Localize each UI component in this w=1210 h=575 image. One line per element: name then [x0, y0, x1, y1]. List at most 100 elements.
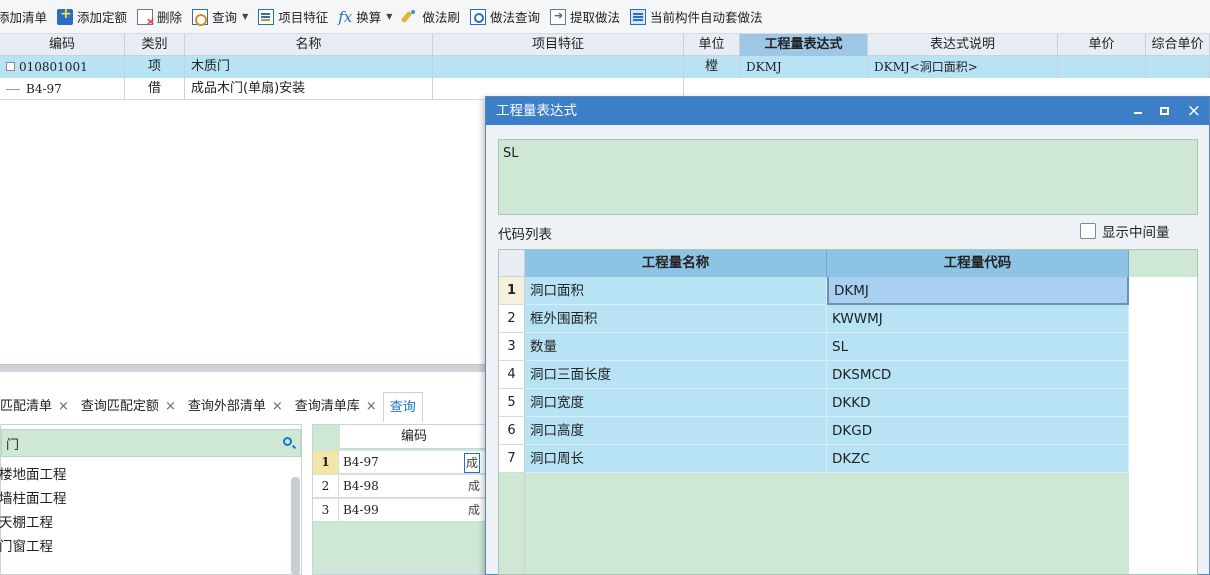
row-number: 1 — [499, 277, 525, 305]
convert-button[interactable]: fx 换算 ▼ — [333, 4, 397, 30]
add-list-button[interactable]: 添加清单 — [0, 4, 52, 30]
quantity-name-cell[interactable]: 洞口高度 — [525, 417, 827, 445]
auto-apply-button[interactable]: 当前构件自动套做法 — [625, 4, 768, 30]
extract-method-label: 提取做法 — [569, 10, 620, 25]
row-expr[interactable]: DKMJ — [740, 56, 868, 78]
table-row[interactable]: 1 洞口面积 DKMJ — [499, 277, 1197, 305]
row-name[interactable]: 木质门 — [185, 56, 433, 78]
show-intermediate-checkbox[interactable]: 显示中间量 — [1080, 221, 1170, 241]
quantity-name-cell[interactable]: 数量 — [525, 333, 827, 361]
quantity-code-cell[interactable]: DKKD — [827, 389, 1129, 417]
row-name[interactable]: 成品木门(单扇)安装 — [185, 78, 433, 100]
row-number: 4 — [499, 361, 525, 389]
toolbar: 添加清单 添加定额 删除 查询 ▼ 项目特征 fx 换算 ▼ 做法刷 做法查询 … — [0, 0, 1210, 34]
row-feature[interactable] — [433, 56, 684, 78]
extract-method-button[interactable]: 提取做法 — [545, 4, 625, 30]
feature-label: 项目特征 — [278, 10, 329, 25]
close-icon[interactable]: × — [366, 399, 377, 414]
row-type[interactable]: 借 — [125, 78, 185, 100]
tree-item[interactable]: 楼地面工程 — [0, 463, 291, 487]
close-icon[interactable]: × — [165, 399, 176, 414]
col-total[interactable]: 综合单价 — [1146, 34, 1210, 56]
auto-apply-icon — [629, 8, 646, 25]
list-item[interactable]: 3 B4-99 成 — [313, 499, 488, 522]
query-button[interactable]: 查询 ▼ — [187, 4, 253, 30]
tab-query-match-quota[interactable]: 查询匹配定额 × — [75, 392, 182, 422]
close-icon[interactable]: × — [272, 399, 283, 414]
col-price[interactable]: 单价 — [1058, 34, 1146, 56]
dialog-titlebar[interactable]: 工程量表达式 — [486, 97, 1209, 125]
splitter-handle[interactable] — [0, 364, 485, 372]
row-name-clipped: 成 — [467, 503, 480, 517]
maximize-icon[interactable] — [1159, 107, 1169, 115]
row-type[interactable]: 项 — [125, 56, 185, 78]
table-row[interactable]: 6 洞口高度 DKGD — [499, 417, 1197, 445]
col-quantity-code[interactable]: 工程量代码 — [827, 250, 1129, 277]
col-code-header[interactable]: 编码 — [340, 425, 488, 449]
col-type[interactable]: 类别 — [125, 34, 185, 56]
window-controls: × — [1133, 97, 1201, 125]
method-query-button[interactable]: 做法查询 — [465, 4, 545, 30]
quantity-code-cell[interactable]: DKZC — [827, 445, 1129, 473]
tab-query-list-library[interactable]: 查询清单库 × — [289, 392, 383, 422]
quantity-code-cell[interactable]: DKMJ — [827, 277, 1129, 305]
list-item[interactable]: 1 B4-97 成 — [313, 451, 488, 474]
table-row[interactable]: 5 洞口宽度 DKKD — [499, 389, 1197, 417]
col-expr[interactable]: 工程量表达式 — [740, 34, 868, 56]
col-code[interactable]: 编码 — [0, 34, 125, 56]
feature-button[interactable]: 项目特征 — [253, 4, 333, 30]
tree-item[interactable]: 门窗工程 — [0, 535, 291, 559]
chevron-down-icon[interactable]: ▼ — [386, 12, 392, 21]
extract-icon — [549, 8, 566, 25]
col-name[interactable]: 名称 — [185, 34, 433, 56]
list-item[interactable]: 2 B4-98 成 — [313, 475, 488, 498]
tab-label: 查询外部清单 — [187, 399, 266, 414]
row-code-cell[interactable]: B4-97 — [0, 78, 125, 100]
search-icon[interactable] — [283, 437, 292, 446]
quantity-code-cell[interactable]: DKGD — [827, 417, 1129, 445]
row-total[interactable] — [1146, 56, 1210, 78]
row-number: 5 — [499, 389, 525, 417]
minimize-icon[interactable] — [1133, 112, 1142, 114]
close-icon[interactable]: × — [58, 399, 69, 414]
scrollbar[interactable] — [291, 477, 300, 575]
tab-query-external-list[interactable]: 查询外部清单 × — [182, 392, 289, 422]
checkbox-icon[interactable] — [1080, 223, 1096, 239]
table-row[interactable]: 4 洞口三面长度 DKSMCD — [499, 361, 1197, 389]
row-number: 6 — [499, 417, 525, 445]
quantity-name-cell[interactable]: 洞口周长 — [525, 445, 827, 473]
row-unit[interactable]: 樘 — [684, 56, 740, 78]
tree-item[interactable]: 墙柱面工程 — [0, 487, 291, 511]
quantity-name-cell[interactable]: 洞口宽度 — [525, 389, 827, 417]
expand-icon[interactable] — [6, 62, 15, 71]
table-row[interactable]: 3 数量 SL — [499, 333, 1197, 361]
search-input[interactable]: 门 — [1, 429, 301, 457]
tab-query-active[interactable]: 查询 — [382, 392, 423, 422]
row-price[interactable] — [1058, 56, 1146, 78]
method-brush-button[interactable]: 做法刷 — [397, 4, 465, 30]
delete-button[interactable]: 删除 — [132, 4, 187, 30]
row-code-cell[interactable]: 010801001 — [0, 56, 125, 78]
table-row[interactable]: 2 框外围面积 KWWMJ — [499, 305, 1197, 333]
close-icon[interactable]: × — [1187, 102, 1201, 120]
col-feature[interactable]: 项目特征 — [433, 34, 684, 56]
quantity-name-cell[interactable]: 洞口面积 — [525, 277, 827, 305]
search-value: 门 — [6, 437, 20, 453]
tree-item[interactable]: 天棚工程 — [0, 511, 291, 535]
tab-match-list[interactable]: 匹配清单 × — [0, 392, 75, 422]
expression-input[interactable]: SL — [498, 139, 1198, 215]
quantity-code-cell[interactable]: SL — [827, 333, 1129, 361]
quantity-code-cell[interactable]: DKSMCD — [827, 361, 1129, 389]
row-expr-desc[interactable]: DKMJ<洞口面积> — [868, 56, 1058, 78]
tab-label: 查询清单库 — [294, 399, 360, 414]
table-row[interactable]: 7 洞口周长 DKZC — [499, 445, 1197, 473]
col-quantity-name[interactable]: 工程量名称 — [525, 250, 827, 277]
col-unit[interactable]: 单位 — [684, 34, 740, 56]
table-row[interactable]: 010801001 项 木质门 樘 DKMJ DKMJ<洞口面积> — [0, 56, 1210, 78]
add-quota-button[interactable]: 添加定额 — [52, 4, 132, 30]
col-expr-desc[interactable]: 表达式说明 — [868, 34, 1058, 56]
quantity-code-cell[interactable]: KWWMJ — [827, 305, 1129, 333]
quantity-name-cell[interactable]: 洞口三面长度 — [525, 361, 827, 389]
chevron-down-icon[interactable]: ▼ — [242, 12, 248, 21]
quantity-name-cell[interactable]: 框外围面积 — [525, 305, 827, 333]
